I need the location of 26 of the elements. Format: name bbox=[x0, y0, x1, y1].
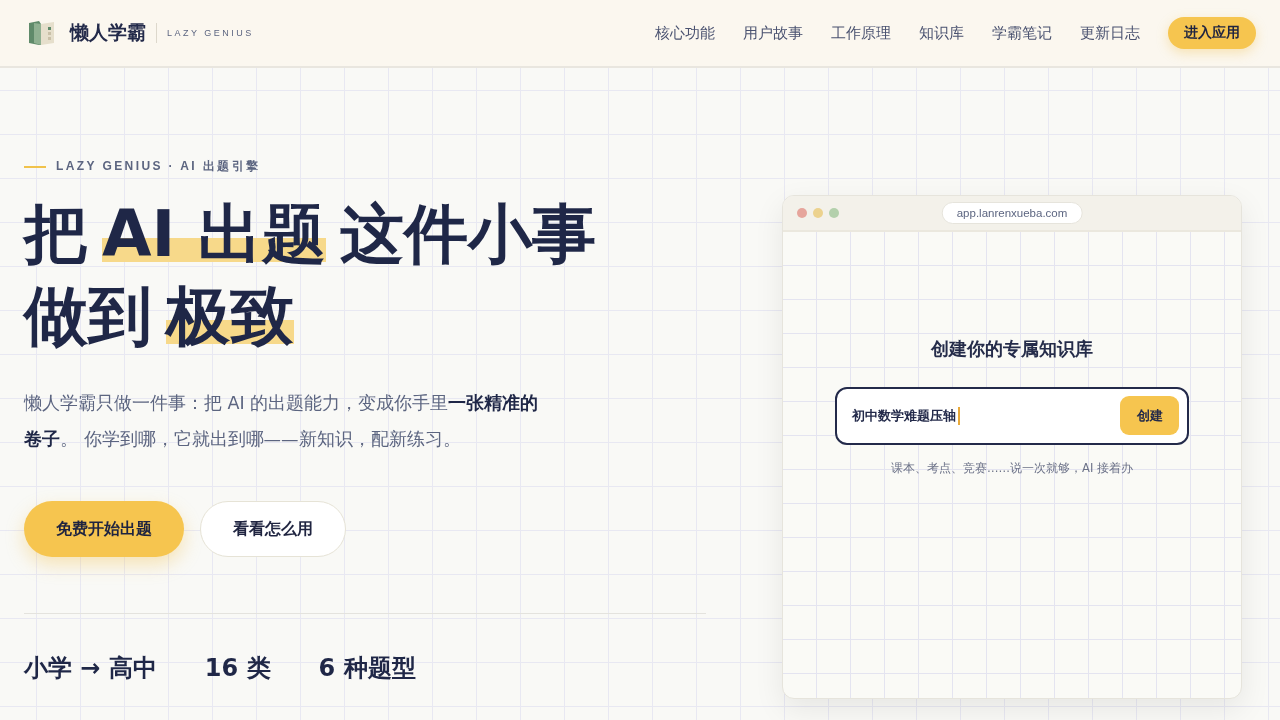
brand-tagline: LAZY GENIUS bbox=[167, 28, 254, 38]
create-button[interactable]: 创建 bbox=[1120, 396, 1179, 435]
headline-line: 做到 极致 bbox=[24, 278, 295, 355]
stat-value: 小学 → 高中 bbox=[24, 653, 157, 684]
zoom-dot-icon bbox=[829, 208, 839, 218]
nav-link[interactable]: 学霸笔记 bbox=[992, 23, 1052, 43]
nav-link[interactable]: 工作原理 bbox=[831, 23, 891, 43]
brand-name: 懒人学霸 bbox=[70, 20, 146, 45]
nav-link[interactable]: 知识库 bbox=[919, 23, 964, 43]
close-dot-icon bbox=[797, 208, 807, 218]
stat-value: 16 类 bbox=[204, 653, 271, 684]
start-button[interactable]: 免费开始出题 bbox=[24, 501, 184, 557]
enter-app-button[interactable]: 进入应用 bbox=[1168, 17, 1256, 49]
minimize-dot-icon bbox=[813, 208, 823, 218]
create-title: 创建你的专属知识库 bbox=[931, 336, 1093, 361]
hint-text: 课本、考点、竞赛……说一次就够，AI 接着办 bbox=[891, 460, 1133, 476]
nav-link[interactable]: 用户故事 bbox=[743, 23, 803, 43]
stat-value: 6 种题型 bbox=[318, 653, 416, 684]
how-to-button[interactable]: 看看怎么用 bbox=[200, 501, 346, 557]
knowledge-input-field[interactable]: 初中数学难题压轴 创建 bbox=[835, 386, 1189, 445]
nav-link[interactable]: 核心功能 bbox=[655, 23, 715, 43]
headline-line: 把 AI 出题 这件小事 bbox=[24, 196, 597, 273]
hero-description: 懒人学霸只做一件事：把 AI 的出题能力，变成你手里一张精准的卷子。 你学到哪，它就出到哪——新知识，配新练习。 bbox=[24, 392, 540, 451]
url-bar[interactable]: app.lanrenxueba.com bbox=[941, 202, 1083, 224]
nav-link[interactable]: 更新日志 bbox=[1080, 23, 1140, 43]
eyebrow-text: LAZY GENIUS · AI 出题引擎 bbox=[56, 158, 261, 175]
